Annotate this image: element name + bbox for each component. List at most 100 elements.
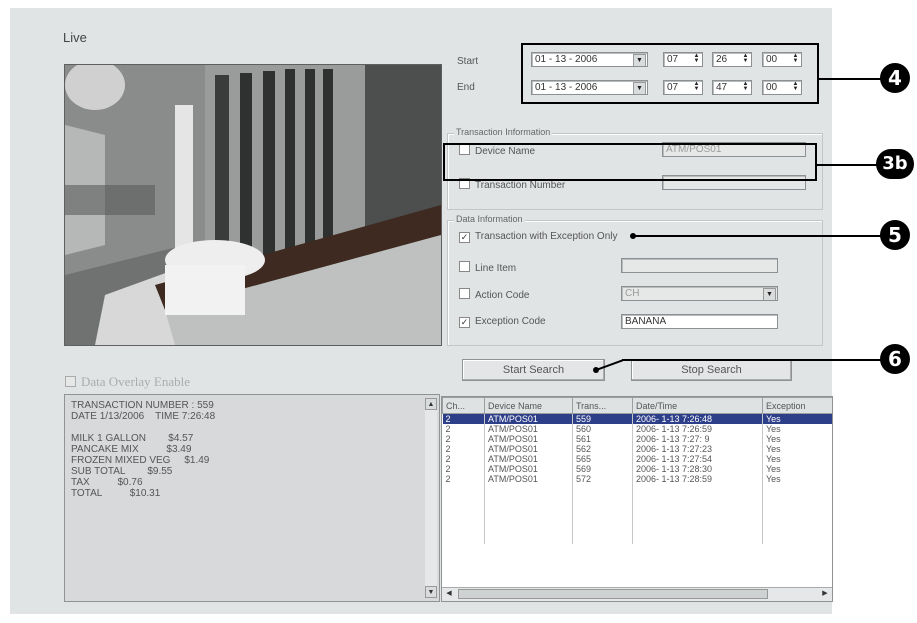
action-code-checkbox[interactable]: Action Code — [459, 288, 529, 301]
column-header[interactable]: Ch... — [442, 397, 485, 414]
table-cell: 2006- 1-13 7:27: 9 — [632, 434, 763, 444]
table-cell: 572 — [572, 474, 633, 484]
table-cell: Yes — [762, 424, 832, 434]
overlay-text-line: FROZEN MIXED VEG $1.49 — [71, 455, 210, 466]
end-label: End — [457, 82, 475, 93]
table-cell: ATM/POS01 — [484, 454, 573, 464]
table-row[interactable]: 2 ATM/POS01 569 2006- 1-13 7:28:30 Yes — [442, 464, 832, 474]
data-overlay-label: Data Overlay Enable — [81, 374, 191, 389]
column-header[interactable]: Device Name — [484, 397, 573, 414]
table-cell: 2 — [442, 444, 485, 454]
table-cell — [572, 484, 633, 494]
checkbox-icon[interactable] — [459, 261, 470, 272]
table-cell: 2006- 1-13 7:27:23 — [632, 444, 763, 454]
line-item-label: Line Item — [475, 263, 517, 274]
table-cell: 2006- 1-13 7:27:54 — [632, 454, 763, 464]
table-cell: Yes — [762, 434, 832, 444]
table-cell — [632, 494, 763, 504]
table-cell — [762, 524, 832, 534]
table-row[interactable]: 2 ATM/POS01 562 2006- 1-13 7:27:23 Yes — [442, 444, 832, 454]
table-row[interactable]: 2 ATM/POS01 565 2006- 1-13 7:27:54 Yes — [442, 454, 832, 464]
table-row[interactable] — [442, 534, 832, 544]
scroll-left-icon[interactable]: ◀ — [443, 588, 455, 600]
callout-4-badge: 4 — [880, 63, 910, 93]
exception-code-label: Exception Code — [475, 316, 546, 327]
action-code-label: Action Code — [475, 290, 530, 301]
overlay-text-area[interactable]: TRANSACTION NUMBER : 559 DATE 1/13/2006 T… — [64, 394, 440, 602]
table-cell — [484, 484, 573, 494]
overlay-text-line — [71, 422, 433, 433]
start-label: Start — [457, 56, 479, 67]
overlay-scrollbar[interactable]: ▲ ▼ — [425, 398, 437, 598]
chevron-down-icon[interactable]: ▼ — [763, 288, 776, 300]
table-cell — [442, 514, 485, 524]
table-cell — [572, 504, 633, 514]
results-horizontal-scrollbar[interactable]: ◀ ▶ — [442, 587, 832, 601]
camera-image — [65, 65, 441, 345]
overlay-text-line: SUB TOTAL $9.55 — [71, 466, 173, 477]
table-cell: ATM/POS01 — [484, 424, 573, 434]
column-header[interactable]: Date/Time — [632, 397, 763, 414]
column-header[interactable]: Exception — [762, 397, 832, 414]
table-cell: Yes — [762, 474, 832, 484]
table-cell: ATM/POS01 — [484, 444, 573, 454]
callout-6-line — [622, 359, 883, 361]
table-cell: 2006- 1-13 7:26:48 — [632, 413, 763, 424]
table-cell: 561 — [572, 434, 633, 444]
exception-code-checkbox[interactable]: ✓ Exception Code — [459, 316, 546, 328]
action-code-dropdown[interactable]: CH ▼ — [621, 286, 778, 301]
line-item-field[interactable] — [621, 258, 778, 273]
start-search-button[interactable]: Start Search — [462, 359, 605, 381]
scroll-thumb[interactable] — [458, 589, 768, 599]
table-row[interactable] — [442, 494, 832, 504]
table-cell: 2 — [442, 413, 485, 424]
table-cell: 2006- 1-13 7:28:30 — [632, 464, 763, 474]
data-overlay-checkbox[interactable]: Data Overlay Enable — [65, 374, 190, 390]
exception-only-checkbox[interactable]: ✓ Transaction with Exception Only — [459, 231, 617, 243]
overlay-text-line: PANCAKE MIX $3.49 — [71, 444, 192, 455]
table-cell: 562 — [572, 444, 633, 454]
exception-code-field[interactable]: BANANA — [621, 314, 778, 329]
callout-4-frame — [521, 43, 819, 104]
table-cell: ATM/POS01 — [484, 474, 573, 484]
table-row[interactable]: 2 ATM/POS01 561 2006- 1-13 7:27: 9 Yes — [442, 434, 832, 444]
scroll-down-icon[interactable]: ▼ — [425, 586, 437, 598]
checkmark-icon[interactable]: ✓ — [459, 317, 470, 328]
results-table[interactable]: Ch... Device Name Trans... Date/Time Excepti… — [441, 396, 833, 602]
table-row[interactable] — [442, 484, 832, 494]
table-row[interactable]: 2 ATM/POS01 572 2006- 1-13 7:28:59 Yes — [442, 474, 832, 484]
table-row[interactable]: 2 ATM/POS01 559 2006- 1-13 7:26:48 Yes — [442, 413, 832, 424]
callout-3b-frame — [443, 143, 817, 181]
table-cell — [762, 534, 832, 544]
table-cell: 2 — [442, 474, 485, 484]
overlay-text-line: MILK 1 GALLON $4.57 — [71, 433, 194, 444]
transaction-number-label: Transaction Number — [475, 180, 566, 191]
exception-only-label: Transaction with Exception Only — [475, 231, 618, 242]
table-cell — [572, 534, 633, 544]
results-grid[interactable]: Ch... Device Name Trans... Date/Time Excepti… — [442, 397, 832, 544]
checkmark-icon[interactable]: ✓ — [459, 232, 470, 243]
table-cell — [484, 524, 573, 534]
table-row[interactable] — [442, 514, 832, 524]
column-header[interactable]: Trans... — [572, 397, 633, 414]
scroll-up-icon[interactable]: ▲ — [425, 398, 437, 410]
table-row[interactable] — [442, 504, 832, 514]
table-cell — [442, 534, 485, 544]
line-item-checkbox[interactable]: Line Item — [459, 261, 516, 274]
table-cell — [572, 494, 633, 504]
table-cell: 560 — [572, 424, 633, 434]
overlay-text-line: TRANSACTION NUMBER : 559 — [71, 400, 214, 411]
scroll-right-icon[interactable]: ▶ — [819, 588, 831, 600]
table-cell — [762, 494, 832, 504]
table-cell — [484, 534, 573, 544]
table-row[interactable]: 2 ATM/POS01 560 2006- 1-13 7:26:59 Yes — [442, 424, 832, 434]
checkbox-icon[interactable] — [459, 288, 470, 299]
callout-3b-line — [817, 164, 879, 166]
table-row[interactable] — [442, 524, 832, 534]
stop-search-button[interactable]: Stop Search — [631, 359, 792, 381]
checkbox-icon[interactable] — [65, 376, 76, 387]
callout-6-badge: 6 — [880, 344, 910, 374]
table-cell — [442, 494, 485, 504]
table-cell — [762, 514, 832, 524]
table-cell: 2006- 1-13 7:28:59 — [632, 474, 763, 484]
